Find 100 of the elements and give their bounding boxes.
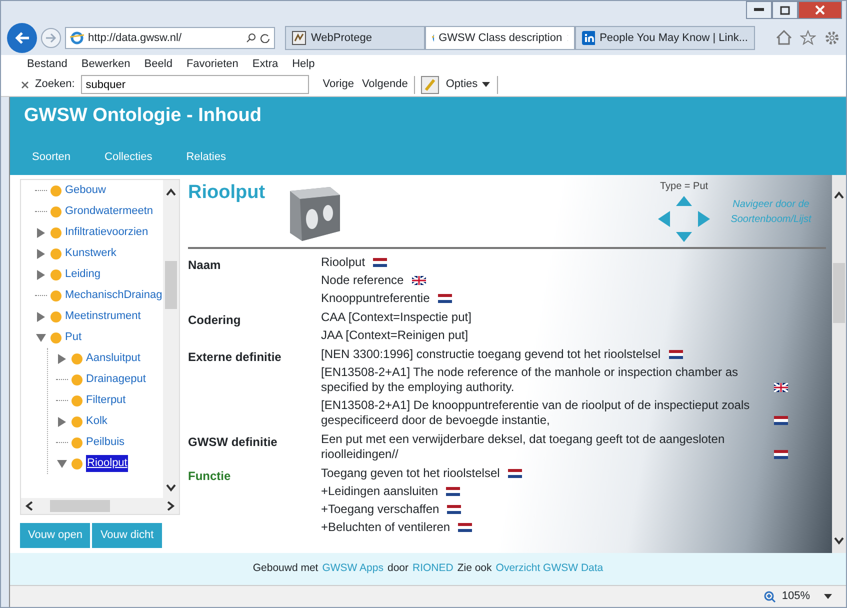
collapse-triangle-icon[interactable] — [35, 332, 47, 344]
app-title: GWSW Ontologie - Inhoud — [24, 104, 262, 128]
node-dot-icon — [50, 248, 62, 260]
zoom-level[interactable]: 105% — [782, 588, 810, 605]
tree-item[interactable]: Leiding — [65, 266, 100, 283]
property-label: Externe definitie — [188, 349, 282, 366]
expand-triangle-icon[interactable] — [35, 310, 47, 322]
node-dot-icon — [50, 290, 62, 302]
property-value: Een put met een verwijderbare deksel, dat toegang geeft tot de aangesloten rioolleidingen// — [321, 432, 726, 462]
property-value: Knooppuntreferentie — [321, 291, 430, 306]
tree-item[interactable]: Rioolput — [86, 455, 128, 472]
zoom-icon[interactable] — [764, 590, 776, 602]
scroll-down-icon[interactable] — [834, 537, 844, 545]
expand-triangle-icon[interactable] — [35, 248, 47, 260]
content-scrollbar[interactable] — [832, 175, 846, 553]
browser-tab[interactable]: People You May Know | Link... — [575, 26, 755, 50]
scrollbar-thumb[interactable] — [833, 263, 845, 323]
tree-item[interactable]: Gebouw — [65, 182, 106, 199]
menu-item[interactable]: Bestand — [27, 56, 68, 72]
tree-item[interactable]: Put — [65, 329, 82, 346]
node-dot-icon — [71, 352, 83, 364]
find-nav-button[interactable]: Volgende — [362, 76, 408, 93]
close-icon[interactable] — [21, 80, 29, 88]
property-value: Rioolput — [321, 255, 366, 270]
address-text: http://data.gwsw.nl/ — [88, 30, 183, 46]
caret-icon — [482, 82, 490, 87]
find-nav-button[interactable]: Vorige — [322, 76, 354, 93]
tree-horizontal-scrollbar[interactable] — [21, 498, 179, 514]
find-label: Zoeken: — [35, 77, 75, 92]
webprotege-logo-icon — [292, 31, 306, 45]
nav-link[interactable]: Collecties — [104, 148, 152, 165]
scrollbar-thumb[interactable] — [165, 261, 177, 309]
browser-tab[interactable]: WebProtege — [285, 26, 425, 50]
footer-link[interactable]: GWSW Apps — [322, 561, 384, 577]
tree-item[interactable]: Kunstwerk — [65, 245, 116, 262]
tree-scrollbar[interactable] — [163, 180, 179, 498]
browser-tab[interactable]: GWSW Class description — [425, 26, 575, 50]
expand-triangle-icon[interactable] — [35, 226, 47, 238]
menu-item[interactable]: Help — [292, 56, 315, 72]
menu-item[interactable]: Beeld — [144, 56, 172, 72]
tree-item[interactable]: MechanischDrainag — [65, 287, 162, 304]
expand-triangle-icon[interactable] — [35, 268, 47, 280]
footer-text: Gebouwd met — [252, 561, 318, 576]
caret-icon[interactable] — [824, 594, 832, 599]
british-flag-icon — [412, 276, 426, 285]
nav-link[interactable]: Soorten — [32, 148, 71, 165]
options-button[interactable]: Opties — [444, 75, 491, 94]
property-label: GWSW definitie — [188, 434, 278, 451]
arrow-left-icon — [14, 31, 30, 45]
tree-button[interactable]: Vouw dicht — [92, 523, 162, 548]
tree-item[interactable]: Drainageput — [86, 371, 146, 388]
star-icon[interactable] — [800, 30, 816, 45]
dutch-flag-icon — [774, 450, 788, 459]
dutch-flag-icon — [447, 505, 462, 514]
pen-icon[interactable] — [420, 76, 439, 94]
maximize-icon[interactable] — [780, 6, 790, 14]
tree-item[interactable]: Filterput — [86, 392, 126, 409]
tree-item[interactable]: Peilbuis — [86, 434, 125, 451]
dutch-flag-icon — [508, 469, 522, 478]
address-field[interactable]: http://data.gwsw.nl/ — [65, 27, 275, 49]
scroll-right-icon[interactable] — [167, 501, 175, 511]
menu-item[interactable]: Extra — [252, 56, 278, 72]
back-button[interactable] — [7, 23, 37, 53]
tree-item[interactable]: Grondwatermeetn — [65, 203, 154, 220]
node-dot-icon — [50, 206, 62, 218]
collapse-triangle-icon[interactable] — [56, 458, 68, 470]
expand-triangle-icon[interactable] — [56, 352, 68, 364]
scroll-up-icon[interactable] — [166, 188, 176, 196]
property-value: +Toegang verschaffen — [321, 502, 440, 517]
node-dot-icon — [71, 458, 83, 470]
find-field[interactable]: subquer — [80, 75, 309, 94]
nav-link[interactable]: Relaties — [186, 148, 226, 165]
minimize-icon[interactable] — [754, 8, 764, 12]
scrollbar-thumb[interactable] — [50, 500, 110, 512]
scroll-down-icon[interactable] — [166, 484, 176, 492]
property-label: Codering — [188, 312, 242, 329]
arrow-right-icon — [45, 33, 57, 43]
footer-link[interactable]: RIONED — [412, 561, 454, 577]
tree-item[interactable]: Infiltratievoorzien — [65, 224, 148, 241]
property-label: Naam — [188, 257, 222, 274]
tree-item[interactable]: Meetinstrument — [65, 308, 141, 325]
scroll-left-icon[interactable] — [25, 501, 33, 511]
footer-link[interactable]: Overzicht GWSW Data — [496, 561, 604, 577]
node-dot-icon — [71, 436, 83, 448]
tree-button[interactable]: Vouw open — [20, 523, 90, 548]
tree-item[interactable]: Kolk — [86, 413, 108, 430]
settings-icon[interactable] — [824, 30, 840, 46]
footer-text: Zie ook — [457, 561, 492, 576]
node-dot-icon — [50, 268, 62, 280]
dutch-flag-icon — [668, 350, 683, 359]
tree-item[interactable]: Aansluitput — [86, 350, 140, 367]
property-label: Functie — [188, 468, 232, 485]
class-title: Rioolput — [188, 181, 266, 205]
type-label: Type = Put — [658, 180, 710, 194]
menu-item[interactable]: Bewerken — [81, 56, 130, 72]
expand-triangle-icon[interactable] — [56, 416, 68, 428]
british-flag-icon — [774, 383, 788, 392]
menu-item[interactable]: Favorieten — [186, 56, 238, 72]
scroll-up-icon[interactable] — [834, 191, 844, 199]
home-icon[interactable] — [776, 30, 792, 45]
